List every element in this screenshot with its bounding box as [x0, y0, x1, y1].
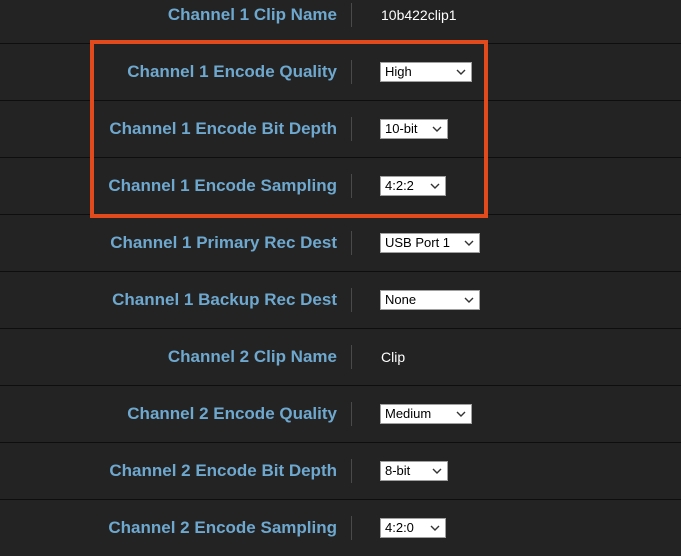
- ch1-encode-quality-select[interactable]: High: [380, 62, 472, 82]
- select-value: USB Port 1: [385, 235, 451, 250]
- chevron-down-icon: [430, 525, 440, 531]
- select-value: High: [385, 64, 412, 79]
- divider: [351, 174, 352, 198]
- select-value: None: [385, 292, 417, 307]
- settings-row-ch1-backup-rec-dest: Channel 1 Backup Rec Dest None: [0, 271, 681, 327]
- select-value: 4:2:0: [385, 520, 414, 535]
- row-label: Channel 1 Encode Sampling: [108, 176, 337, 195]
- ch2-encode-sampling-select[interactable]: 4:2:0: [380, 518, 446, 538]
- ch2-encode-bit-depth-select[interactable]: 8-bit: [380, 461, 448, 481]
- divider: [351, 60, 352, 84]
- row-label: Channel 1 Encode Quality: [127, 62, 337, 81]
- chevron-down-icon: [430, 183, 440, 189]
- settings-row-ch1-primary-rec-dest: Channel 1 Primary Rec Dest USB Port 1: [0, 214, 681, 270]
- row-label: Channel 2 Clip Name: [167, 347, 337, 366]
- settings-row-ch1-encode-sampling: Channel 1 Encode Sampling 4:2:2: [0, 157, 681, 213]
- divider: [351, 231, 352, 255]
- settings-row-ch1-encode-quality: Channel 1 Encode Quality High: [0, 43, 681, 99]
- select-value: 8-bit: [385, 463, 411, 478]
- row-label: Channel 2 Encode Quality: [127, 404, 337, 423]
- ch1-primary-rec-dest-select[interactable]: USB Port 1: [380, 233, 480, 253]
- row-label: Channel 1 Clip Name: [167, 5, 337, 24]
- select-value: 4:2:2: [385, 178, 414, 193]
- ch1-clip-name-value[interactable]: 10b422clip1: [381, 0, 457, 43]
- divider: [351, 3, 352, 27]
- ch1-backup-rec-dest-select[interactable]: None: [380, 290, 480, 310]
- row-label: Channel 1 Backup Rec Dest: [112, 290, 337, 309]
- row-label: Channel 1 Primary Rec Dest: [110, 233, 337, 252]
- row-label: Channel 1 Encode Bit Depth: [109, 119, 337, 138]
- select-value: 10-bit: [385, 121, 418, 136]
- row-label: Channel 2 Encode Sampling: [108, 518, 337, 537]
- divider: [351, 516, 352, 540]
- settings-row-ch2-encode-bit-depth: Channel 2 Encode Bit Depth 8-bit: [0, 442, 681, 498]
- chevron-down-icon: [456, 411, 466, 417]
- chevron-down-icon: [456, 69, 466, 75]
- chevron-down-icon: [432, 126, 442, 132]
- ch1-encode-bit-depth-select[interactable]: 10-bit: [380, 119, 448, 139]
- ch2-clip-name-value[interactable]: Clip: [381, 329, 405, 385]
- divider: [351, 288, 352, 312]
- ch2-encode-quality-select[interactable]: Medium: [380, 404, 472, 424]
- row-label: Channel 2 Encode Bit Depth: [109, 461, 337, 480]
- settings-row-ch2-clip-name: Channel 2 Clip Name Clip: [0, 328, 681, 384]
- divider: [351, 117, 352, 141]
- chevron-down-icon: [464, 297, 474, 303]
- divider: [351, 402, 352, 426]
- settings-row-ch2-encode-quality: Channel 2 Encode Quality Medium: [0, 385, 681, 441]
- ch1-encode-sampling-select[interactable]: 4:2:2: [380, 176, 446, 196]
- settings-row-ch1-encode-bit-depth: Channel 1 Encode Bit Depth 10-bit: [0, 100, 681, 156]
- settings-row-ch1-clip-name: Channel 1 Clip Name 10b422clip1: [0, 0, 681, 43]
- chevron-down-icon: [432, 468, 442, 474]
- divider: [351, 459, 352, 483]
- select-value: Medium: [385, 406, 432, 421]
- divider: [351, 345, 352, 369]
- chevron-down-icon: [464, 240, 474, 246]
